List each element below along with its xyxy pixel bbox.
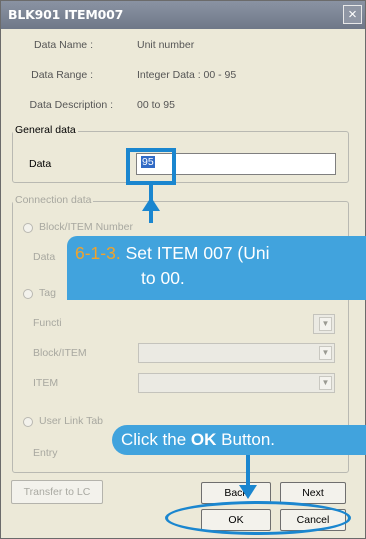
block-item-combo[interactable]: ▼ [138, 343, 335, 363]
connection-data-label: Data [33, 251, 56, 263]
ok-connector-line [246, 455, 250, 489]
item-dialog: BLK901 ITEM007 × Data Name : Unit number… [0, 0, 366, 539]
data-range-value: Integer Data : 00 - 95 [137, 69, 237, 81]
item-label: ITEM [33, 377, 59, 389]
arrow-up-icon [142, 197, 160, 211]
step-text-line2: to 00. [141, 268, 185, 288]
item-combo[interactable]: ▼ [138, 373, 335, 393]
close-button[interactable]: × [343, 5, 362, 24]
arrow-down-icon [239, 485, 257, 499]
click-suffix: Button. [216, 430, 276, 449]
close-icon: × [348, 6, 357, 23]
step-number: 6-1-3. [75, 243, 121, 263]
highlight-box-right [172, 148, 176, 185]
data-range-row: Data Range : Integer Data : 00 - 95 [1, 69, 366, 83]
data-input[interactable]: 95 [136, 153, 336, 175]
highlight-box-left [126, 148, 130, 185]
highlight-box-top [126, 148, 176, 152]
block-item-label: Block/ITEM [33, 347, 87, 359]
click-bold-ok: OK [190, 430, 217, 449]
data-description-label: Data Description : [29, 99, 113, 111]
function-label: Functi [33, 317, 62, 329]
block-item-radio-label: Block/ITEM Number [39, 221, 133, 233]
data-name-row: Data Name : Unit number [1, 39, 366, 53]
step-callout: 6-1-3. Set ITEM 007 (Uni to 00. [67, 236, 366, 300]
data-range-label: Data Range : [31, 69, 93, 81]
data-field-label: Data [29, 158, 52, 170]
dialog-title: BLK901 ITEM007 [8, 7, 124, 22]
data-name-label: Data Name : [34, 39, 93, 51]
function-combo[interactable]: ▼ [313, 314, 335, 334]
step-callout-line1: 6-1-3. Set ITEM 007 (Uni [75, 241, 366, 266]
chevron-down-icon: ▼ [319, 376, 332, 390]
general-data-legend: General data [13, 124, 78, 136]
data-name-value: Unit number [137, 39, 195, 51]
block-item-radio[interactable] [23, 223, 33, 233]
transfer-to-lc-button[interactable]: Transfer to LC [11, 480, 103, 504]
title-bar: BLK901 ITEM007 × [1, 1, 365, 29]
tag-radio-label: Tag [39, 287, 56, 299]
user-link-radio[interactable] [23, 417, 33, 427]
entry-label: Entry [33, 447, 58, 459]
chevron-down-icon: ▼ [319, 346, 332, 360]
step-text-line1: Set ITEM 007 (Uni [120, 243, 270, 263]
ok-highlight-ellipse [165, 501, 351, 535]
next-button[interactable]: Next [280, 482, 346, 504]
data-input-value: 95 [141, 156, 155, 168]
click-ok-callout: Click the OK Button. [112, 425, 366, 455]
tag-radio[interactable] [23, 289, 33, 299]
user-link-radio-label: User Link Tab [39, 415, 104, 427]
chevron-down-icon: ▼ [319, 317, 332, 331]
data-description-row: Data Description : 00 to 95 [1, 99, 366, 113]
click-prefix: Click the [121, 430, 191, 449]
connection-data-legend: Connection data [13, 194, 94, 206]
data-description-value: 00 to 95 [137, 99, 175, 111]
